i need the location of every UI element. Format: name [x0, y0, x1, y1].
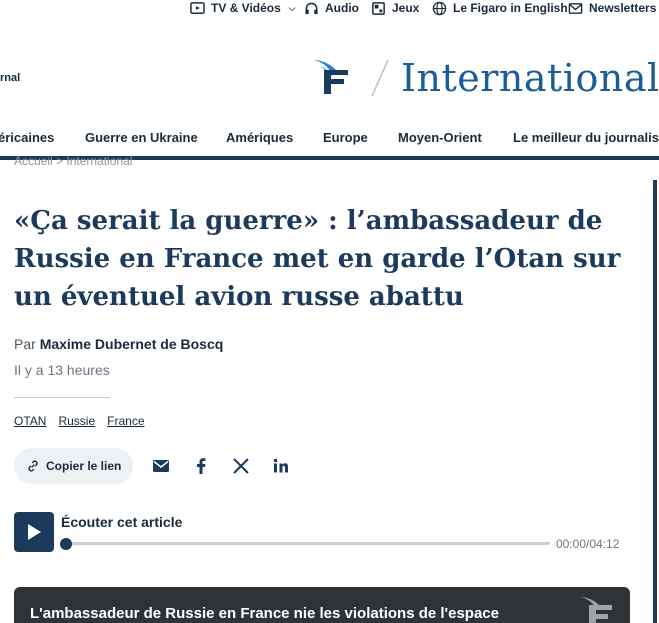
author-link[interactable]: Maxime Dubernet de Boscq [40, 336, 224, 352]
audio-title: Écouter cet article [61, 514, 183, 530]
topbar-english-label: Le Figaro in English [453, 1, 568, 15]
topbar-tv-videos-label: TV & Vidéos [211, 1, 281, 15]
topbar-newsletters-label: Newsletters [589, 1, 657, 15]
publish-date: Il y a 13 heures [14, 362, 110, 378]
nav-item-meilleur-journalisme[interactable]: Le meilleur du journalisme [513, 130, 659, 145]
right-border [653, 180, 657, 623]
nav-item-europe[interactable]: Europe [323, 130, 368, 145]
topbar-jeux-label: Jeux [392, 1, 420, 15]
video-title: L'ambassadeur de Russie en France nie le… [30, 605, 499, 622]
audio-progress-track[interactable] [66, 542, 550, 545]
facebook-icon[interactable] [192, 457, 210, 475]
email-icon[interactable] [152, 457, 170, 475]
section-title[interactable]: International [401, 56, 659, 100]
topbar-english[interactable]: Le Figaro in English [432, 0, 568, 16]
divider [14, 397, 110, 398]
nav-item-moyen-orient[interactable]: Moyen-Orient [398, 130, 482, 145]
site-header: rnal International [0, 50, 659, 112]
tv-icon [190, 1, 205, 14]
globe-icon [432, 1, 447, 15]
play-button[interactable] [14, 512, 54, 552]
tag-otan[interactable]: OTAN [14, 414, 46, 428]
breadcrumb[interactable]: Accueil > International [14, 156, 132, 166]
copy-link-label: Copier le lien [46, 459, 122, 473]
topbar-audio-label: Audio [325, 1, 359, 15]
utility-bar: TV & Vidéos ⌵ Audio Jeux Le Figaro in Eng… [0, 0, 659, 16]
topbar-tv-videos[interactable]: TV & Vidéos ⌵ [190, 0, 296, 16]
topbar-audio[interactable]: Audio [304, 0, 359, 16]
topbar-jeux[interactable]: Jeux [371, 0, 419, 16]
chevron-down-icon: ⌵ [288, 2, 296, 13]
share-bar: Copier le lien [14, 448, 134, 484]
play-icon [28, 524, 41, 540]
puzzle-icon [372, 1, 385, 15]
linkedin-icon[interactable] [272, 457, 290, 475]
byline-prefix: Par [14, 336, 36, 352]
byline: Par Maxime Dubernet de Boscq [14, 336, 223, 352]
nav-item-ameriques[interactable]: Amériques [226, 130, 293, 145]
audio-progress-handle[interactable] [60, 538, 72, 550]
copy-link-button[interactable]: Copier le lien [14, 448, 134, 484]
tag-france[interactable]: France [107, 414, 144, 428]
le-figaro-logo [580, 597, 612, 623]
x-icon[interactable] [232, 457, 250, 475]
mail-icon [568, 2, 583, 14]
title-separator [371, 59, 389, 97]
main-nav: éricaines Guerre en Ukraine Amériques Eu… [0, 120, 659, 160]
tag-russie[interactable]: Russie [58, 414, 95, 428]
headphones-icon [305, 2, 318, 14]
audio-time: 00:00/04:12 [556, 537, 620, 551]
nav-item-americaines[interactable]: éricaines [0, 130, 54, 145]
le-figaro-logo[interactable] [312, 56, 354, 98]
video-player[interactable]: L'ambassadeur de Russie en France nie le… [14, 587, 630, 623]
nav-item-guerre-ukraine[interactable]: Guerre en Ukraine [85, 130, 198, 145]
article-headline: «Ça serait la guerre» : l’ambassadeur de… [14, 206, 621, 312]
tag-list: OTAN Russie France [14, 414, 145, 428]
link-icon [28, 460, 38, 472]
header-left-link[interactable]: rnal [0, 72, 20, 84]
topbar-newsletters[interactable]: Newsletters⌵ [568, 0, 659, 16]
